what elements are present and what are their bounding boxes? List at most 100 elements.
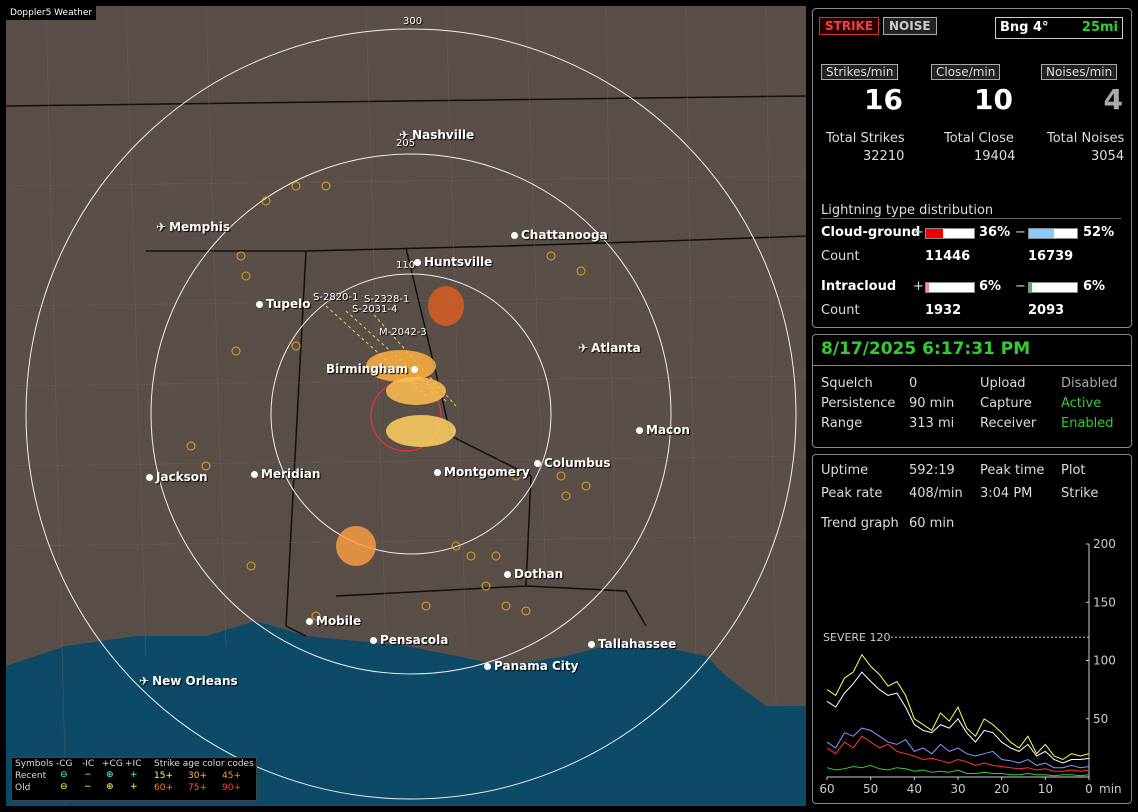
cg-positive-pct: 36%	[979, 225, 1011, 240]
city-dot-icon	[511, 232, 518, 239]
cg-negative-bar	[1028, 228, 1078, 239]
plus-sign: +	[913, 225, 924, 240]
city-tupelo: Tupelo	[256, 297, 311, 311]
strikes-min-value: 16	[864, 83, 903, 116]
legend-symbols-label: Symbols	[15, 759, 54, 769]
city-memphis: ✈ Memphis	[156, 220, 231, 234]
cell-label[interactable]: S-2031-4	[352, 304, 397, 315]
city-new-orleans: ✈ New Orleans	[139, 674, 238, 688]
cg-negative-pct: 52%	[1083, 225, 1115, 240]
city-dot-icon	[636, 427, 643, 434]
ic-positive-pct: 6%	[979, 279, 1002, 294]
city-panama-city: Panama City	[484, 659, 578, 673]
minus-ic-icon: −	[84, 770, 92, 780]
trend-panel: Uptime 592:19 Peak time Plot Peak rate 4…	[812, 454, 1132, 804]
minus-sign: −	[1015, 225, 1026, 240]
airport-icon: ✈	[156, 220, 167, 234]
plus-ic-icon: +	[130, 782, 138, 792]
x-tick-label: 30	[950, 782, 965, 796]
receiver-label: Receiver	[980, 416, 1037, 431]
minus-cg-icon: ⊖	[60, 782, 68, 792]
age-recent-1: 15+	[154, 771, 173, 781]
bar-fill	[926, 283, 929, 292]
noise-button[interactable]: NOISE	[883, 17, 937, 35]
city-dot-icon	[588, 641, 595, 648]
city-dot-icon	[411, 366, 419, 373]
city-atlanta: ✈ Atlanta	[578, 341, 641, 355]
city-tallahassee: Tallahassee	[588, 637, 676, 651]
close-min-label: Close/min	[931, 64, 1001, 80]
divider	[813, 365, 1131, 366]
y-tick-label: 100	[1093, 654, 1116, 668]
total-noises-label: Total Noises	[1047, 131, 1125, 146]
noises-min-value: 4	[1103, 83, 1123, 116]
trend-graph: 2001501005060 50 40 30 20 10 0 minSEVERE 120	[819, 537, 1121, 796]
distribution-title: Lightning type distribution	[821, 203, 1121, 219]
y-tick-label: 150	[1093, 595, 1116, 609]
plus-cg-icon: ⊕	[106, 770, 114, 780]
ic-negative-pct: 6%	[1083, 279, 1106, 294]
symbol-legend: Symbols -CG -IC +CG +IC Strike age color…	[11, 757, 257, 801]
cell-label[interactable]: S-2820-1	[313, 292, 358, 303]
city-columbus: Columbus	[534, 456, 611, 470]
status-panel: 8/17/2025 6:17:31 PM Squelch 0 Upload Di…	[812, 334, 1132, 448]
total-noises-value: 3054	[1091, 149, 1125, 164]
total-close-label: Total Close	[944, 131, 1014, 146]
age-old-1: 60+	[154, 783, 173, 793]
city-dot-icon	[484, 663, 491, 670]
cg-positive-count: 11446	[925, 249, 971, 264]
legend-col: +CG	[102, 759, 123, 769]
legend-recent-label: Recent	[15, 771, 47, 781]
range-label: Range	[821, 416, 863, 431]
age-old-2: 75+	[188, 783, 207, 793]
city-nashville: ✈ Nashville	[399, 128, 475, 142]
age-old-3: 90+	[222, 783, 241, 793]
minus-cg-icon: ⊖	[60, 770, 68, 780]
cell-label[interactable]: M-2042-3	[379, 327, 427, 338]
map-title: Doppler5 Weather	[6, 6, 97, 20]
airport-icon: ✈	[399, 128, 410, 142]
ic-positive-count: 1932	[925, 303, 962, 318]
strikes-min-label: Strikes/min	[821, 64, 899, 80]
close-min-value: 10	[974, 83, 1013, 116]
x-tick-label: 60	[819, 782, 834, 796]
persistence-value: 90 min	[909, 396, 955, 411]
city-meridian: Meridian	[251, 467, 320, 481]
total-strikes-label: Total Strikes	[826, 131, 905, 146]
plus-sign: +	[913, 279, 924, 294]
lightning-map[interactable]: Doppler5 Weather 300 205 110 ✈ Nashville …	[6, 6, 806, 806]
minus-ic-icon: −	[84, 782, 92, 792]
city-dot-icon	[306, 618, 313, 625]
trend-series-line	[826, 764, 1090, 777]
legend-col: -CG	[56, 759, 73, 769]
ic-positive-bar	[925, 282, 975, 293]
count-label: Count	[821, 303, 860, 318]
city-montgomery: Montgomery	[434, 465, 530, 479]
city-pensacola: Pensacola	[370, 633, 448, 647]
capture-label: Capture	[980, 396, 1032, 411]
cloud-ground-label: Cloud-ground	[821, 225, 921, 240]
total-strikes-value: 32210	[863, 149, 905, 164]
bar-fill	[926, 229, 944, 238]
ring-label-inner: 110	[396, 260, 416, 271]
y-tick-label: 50	[1093, 712, 1108, 726]
capture-value[interactable]: Active	[1061, 396, 1101, 411]
cg-negative-count: 16739	[1028, 249, 1074, 264]
squelch-value: 0	[909, 376, 918, 391]
city-dot-icon	[534, 460, 541, 467]
cg-positive-bar	[925, 228, 975, 239]
age-recent-3: 45+	[222, 771, 241, 781]
legend-age-label: Strike age color codes	[154, 759, 254, 769]
ring-label-outer: 300	[403, 16, 423, 27]
trend-series-line	[826, 727, 1090, 769]
legend-col: +IC	[125, 759, 142, 769]
airport-icon: ✈	[139, 674, 150, 688]
squelch-label: Squelch	[821, 376, 873, 391]
bearing-display[interactable]: Bng 4° 25mi	[995, 17, 1123, 39]
strike-button[interactable]: STRIKE	[819, 17, 880, 35]
bar-fill	[1029, 283, 1032, 292]
persistence-label: Persistence	[821, 396, 896, 411]
upload-value[interactable]: Disabled	[1061, 376, 1117, 391]
city-dot-icon	[370, 637, 377, 644]
receiver-value[interactable]: Enabled	[1061, 416, 1114, 431]
